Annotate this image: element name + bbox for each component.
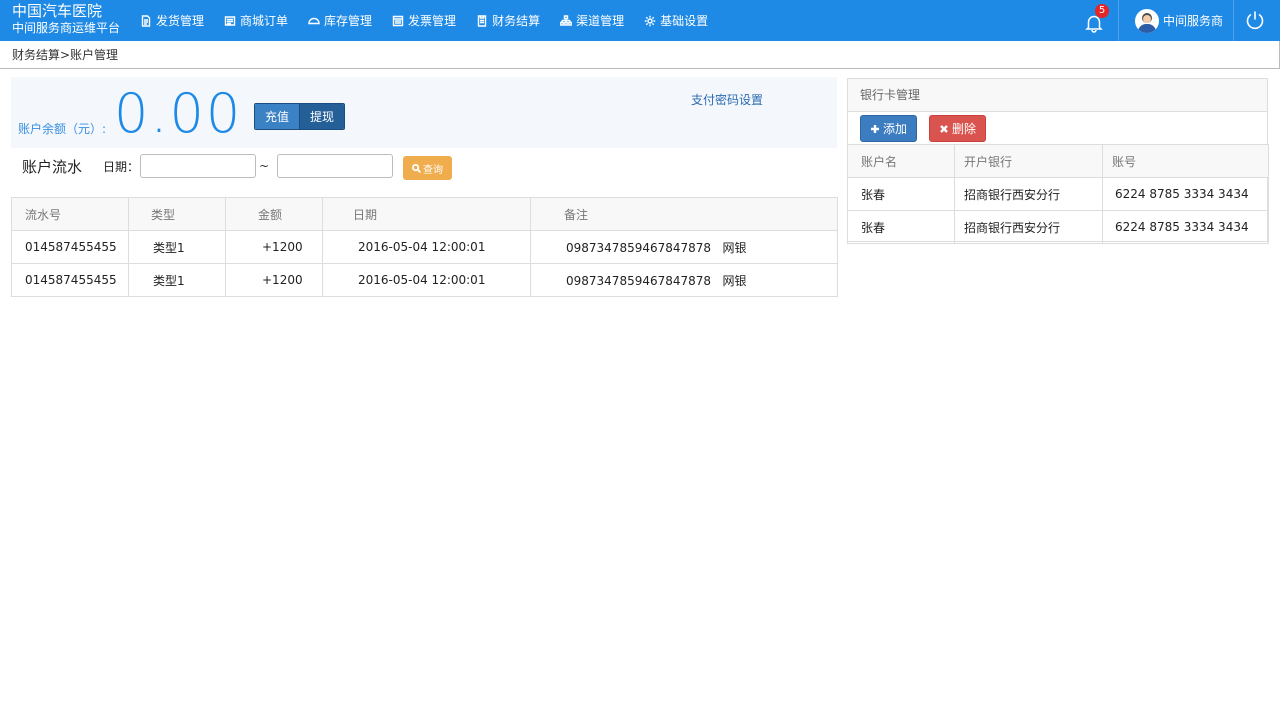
table-cell: 014587455455 <box>11 263 129 297</box>
bank-card-title: 银行卡管理 <box>848 79 1267 112</box>
column-header: 类型 <box>128 197 226 231</box>
balance-panel: 账户余额（元）: 0.00 充值 提现 支付密码设置 <box>11 77 837 148</box>
plus-icon <box>871 124 879 133</box>
delete-card-label: 删除 <box>952 122 977 136</box>
nav-item-channels[interactable]: 渠道管理 <box>550 0 634 41</box>
finance-icon <box>477 14 487 27</box>
bank-card-table: 账户名 开户银行 账号 张春 招商银行西安分行 6224 8785 3334 3… <box>847 144 1269 244</box>
balance-value: 0.00 <box>114 82 243 145</box>
balance-label: 账户余额（元）: <box>18 122 107 136</box>
table-cell: 类型1 <box>128 263 226 297</box>
bank-card-actions: 添加 删除 <box>860 115 998 142</box>
nav-item-label: 财务结算 <box>492 14 541 28</box>
recharge-button[interactable]: 充值 <box>255 104 301 129</box>
nav-item-label: 库存管理 <box>324 14 373 28</box>
brand-subtitle: 中间服务商运维平台 <box>12 21 121 35</box>
start-date-input[interactable] <box>140 154 256 178</box>
nav-item-settings[interactable]: 基础设置 <box>634 0 718 41</box>
nav-item-label: 商城订单 <box>240 14 289 28</box>
top-bar: 中国汽车医院 中间服务商运维平台 发货管理 商城订单 库存管理 发票管理 财务结… <box>0 0 1280 41</box>
column-header: 流水号 <box>11 197 129 231</box>
sitemap-icon <box>560 14 572 26</box>
table-row[interactable]: 张春 招商银行西安分行 6224 8785 3334 3434 <box>847 177 1269 211</box>
nav-item-shipping[interactable]: 发货管理 <box>130 0 214 41</box>
nav-item-label: 发货管理 <box>156 14 205 28</box>
notifications-button[interactable]: 5 <box>1080 4 1109 34</box>
column-header: 账号 <box>1102 144 1269 178</box>
table-cell: 类型1 <box>128 230 226 264</box>
nav-item-label: 发票管理 <box>408 14 457 28</box>
main-nav: 发货管理 商城订单 库存管理 发票管理 财务结算 渠道管理 基础设置 <box>130 0 718 41</box>
search-button[interactable]: 查询 <box>403 156 452 180</box>
warehouse-icon <box>308 17 320 24</box>
column-header: 备注 <box>530 197 838 231</box>
invoice-icon <box>392 15 404 26</box>
power-icon <box>1246 11 1264 30</box>
balance-actions: 充值 提现 <box>254 103 346 130</box>
add-card-button[interactable]: 添加 <box>860 115 918 142</box>
table-cell: +1200 <box>225 230 323 264</box>
user-menu[interactable]: 中间服务商 <box>1135 8 1223 33</box>
table-cell: 招商银行西安分行 <box>954 177 1103 211</box>
nav-item-inventory[interactable]: 库存管理 <box>298 0 382 41</box>
brand-name: 中国汽车医院 <box>12 2 103 20</box>
nav-item-label: 渠道管理 <box>576 14 625 28</box>
divider <box>1118 0 1119 41</box>
logout-button[interactable] <box>1244 9 1266 31</box>
document-icon <box>141 14 151 27</box>
divider <box>1233 0 1234 41</box>
date-separator: ~ <box>259 159 270 173</box>
flow-table: 流水号 类型 金额 日期 备注 014587455455 类型1 +1200 2… <box>11 197 838 297</box>
search-button-label: 查询 <box>423 164 443 176</box>
column-header: 金额 <box>225 197 323 231</box>
column-header: 日期 <box>322 197 531 231</box>
order-list-icon <box>224 15 236 26</box>
table-cell: 0987347859467847878 网银 <box>530 230 838 264</box>
close-icon <box>940 124 948 133</box>
column-header: 账户名 <box>847 144 955 178</box>
add-card-label: 添加 <box>883 122 908 136</box>
pay-password-link[interactable]: 支付密码设置 <box>691 91 763 108</box>
table-cell: 0987347859467847878 网银 <box>530 263 838 297</box>
table-cell: 2016-05-04 12:00:01 <box>322 263 531 297</box>
table-cell: 6224 8785 3334 3434 <box>1102 210 1269 244</box>
table-row[interactable]: 张春 招商银行西安分行 6224 8785 3334 3434 <box>847 210 1269 244</box>
nav-item-invoice[interactable]: 发票管理 <box>382 0 466 41</box>
flow-title: 账户流水 <box>22 158 83 176</box>
table-row[interactable]: 014587455455 类型1 +1200 2016-05-04 12:00:… <box>11 263 838 297</box>
table-cell: 张春 <box>847 210 955 244</box>
table-cell: +1200 <box>225 263 323 297</box>
nav-item-mall-orders[interactable]: 商城订单 <box>214 0 298 41</box>
brand[interactable]: 中国汽车医院 中间服务商运维平台 <box>12 2 121 35</box>
table-cell: 招商银行西安分行 <box>954 210 1103 244</box>
table-cell: 014587455455 <box>11 230 129 264</box>
table-cell: 张春 <box>847 177 955 211</box>
table-cell: 6224 8785 3334 3434 <box>1102 177 1269 211</box>
end-date-input[interactable] <box>277 154 393 178</box>
nav-item-label: 基础设置 <box>660 14 709 28</box>
breadcrumb: 财务结算>账户管理 <box>0 41 1280 69</box>
delete-card-button[interactable]: 删除 <box>929 115 987 142</box>
table-row[interactable]: 014587455455 类型1 +1200 2016-05-04 12:00:… <box>11 230 838 264</box>
avatar <box>1135 8 1159 33</box>
gear-icon <box>644 15 656 26</box>
date-label: 日期： <box>103 160 140 174</box>
withdraw-button[interactable]: 提现 <box>300 104 345 129</box>
table-header-row: 流水号 类型 金额 日期 备注 <box>11 197 838 231</box>
table-cell: 2016-05-04 12:00:01 <box>322 230 531 264</box>
notification-badge: 5 <box>1095 4 1109 18</box>
user-name: 中间服务商 <box>1163 14 1224 28</box>
nav-item-finance[interactable]: 财务结算 <box>466 0 550 41</box>
column-header: 开户银行 <box>954 144 1103 178</box>
table-header-row: 账户名 开户银行 账号 <box>847 144 1269 178</box>
search-icon <box>412 163 421 173</box>
